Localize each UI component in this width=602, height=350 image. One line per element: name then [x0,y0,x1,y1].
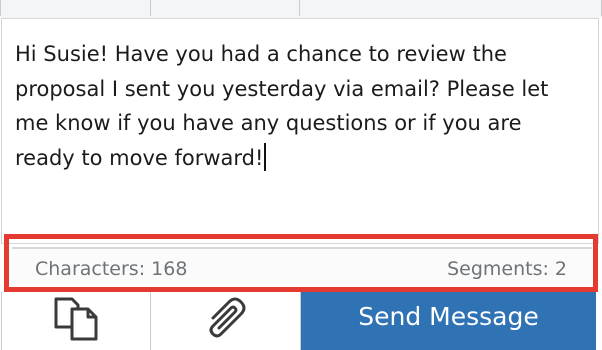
paperclip-icon [203,296,249,347]
message-textarea[interactable]: Hi Susie! Have you had a chance to revie… [1,18,599,244]
copy-icon [50,297,102,346]
attach-button[interactable] [151,292,301,350]
templates-button[interactable] [1,292,151,350]
composer-toolbar: Send Message [0,292,602,350]
message-text[interactable]: Hi Susie! Have you had a chance to revie… [15,37,587,175]
message-content: Hi Susie! Have you had a chance to revie… [15,42,549,170]
top-divider [150,0,300,16]
send-message-button[interactable]: Send Message [301,292,596,350]
text-caret [264,142,267,171]
segment-count: Segments: 2 [447,258,567,280]
top-border [0,0,602,16]
top-toolbar-strip [0,0,602,18]
sms-composer: Hi Susie! Have you had a chance to revie… [0,0,602,350]
character-count: Characters: 168 [35,258,188,280]
